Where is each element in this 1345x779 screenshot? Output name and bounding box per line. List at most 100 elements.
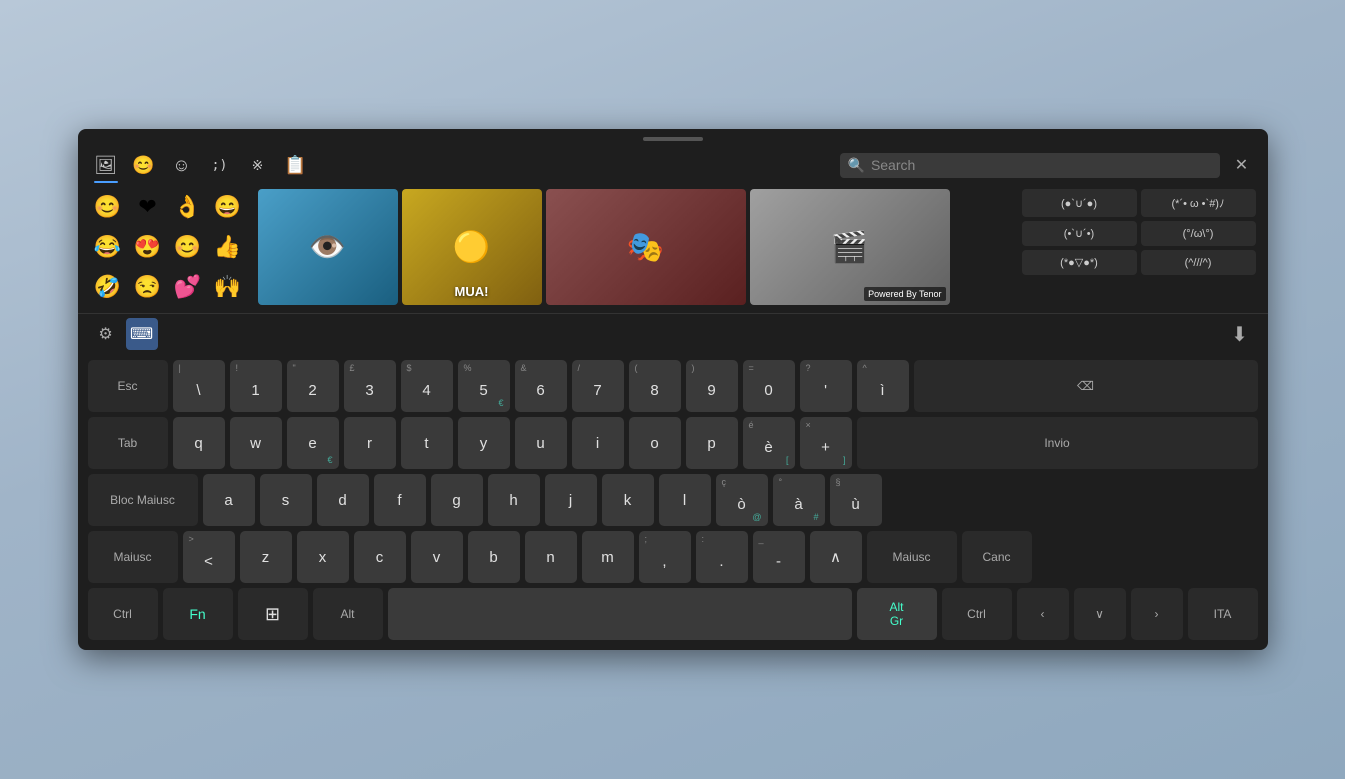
emoticon-tab-icon[interactable]: ;) <box>204 149 236 181</box>
kaomoji-button[interactable]: (*´• ω •`#)ﾉ <box>1141 189 1256 217</box>
key-q[interactable]: q <box>173 417 225 469</box>
close-button[interactable]: ✕ <box>1228 151 1256 179</box>
key-p[interactable]: p <box>686 417 738 469</box>
drag-handle[interactable] <box>643 137 703 141</box>
altgr-key[interactable]: AltGr <box>857 588 937 640</box>
key-8[interactable]: ( 8 <box>629 360 681 412</box>
key-period[interactable]: : . <box>696 531 748 583</box>
caps-lock-key[interactable]: Bloc Maiusc <box>88 474 198 526</box>
left-alt-key[interactable]: Alt <box>313 588 383 640</box>
key-n[interactable]: n <box>525 531 577 583</box>
key-d[interactable]: d <box>317 474 369 526</box>
key-5[interactable]: % 5 € <box>458 360 510 412</box>
key-z[interactable]: z <box>240 531 292 583</box>
backspace-key[interactable]: ⌫ <box>914 360 1258 412</box>
enter-key[interactable]: Invio <box>857 417 1258 469</box>
key-u[interactable]: u <box>515 417 567 469</box>
key-egrave[interactable]: é è [ <box>743 417 795 469</box>
key-minus[interactable]: _ - <box>753 531 805 583</box>
kaomoji-button[interactable]: (^///^) <box>1141 250 1256 275</box>
right-shift-key[interactable]: Maiusc <box>867 531 957 583</box>
key-1[interactable]: ! 1 <box>230 360 282 412</box>
kaomoji-button[interactable]: (•`∪´•) <box>1022 221 1137 246</box>
key-7[interactable]: / 7 <box>572 360 624 412</box>
key-c[interactable]: c <box>354 531 406 583</box>
key-w[interactable]: w <box>230 417 282 469</box>
key-r[interactable]: r <box>344 417 396 469</box>
emoji-item[interactable]: ❤ <box>130 189 166 225</box>
key-comma[interactable]: ; , <box>639 531 691 583</box>
tab-key[interactable]: Tab <box>88 417 168 469</box>
key-s[interactable]: s <box>260 474 312 526</box>
left-shift-key[interactable]: Maiusc <box>88 531 178 583</box>
kaomoji-button[interactable]: (*●▽●*) <box>1022 250 1137 275</box>
windows-key[interactable]: ⊞ <box>238 588 308 640</box>
key-2[interactable]: " 2 <box>287 360 339 412</box>
gif-item[interactable]: 🎭 <box>546 189 746 305</box>
emoji-item[interactable]: 😒 <box>130 269 166 305</box>
key-g[interactable]: g <box>431 474 483 526</box>
key-m[interactable]: m <box>582 531 634 583</box>
key-k[interactable]: k <box>602 474 654 526</box>
left-ctrl-key[interactable]: Ctrl <box>88 588 158 640</box>
key-ograve[interactable]: ç ò @ <box>716 474 768 526</box>
key-plus[interactable]: × + ] <box>800 417 852 469</box>
key-e[interactable]: e € <box>287 417 339 469</box>
key-x[interactable]: x <box>297 531 349 583</box>
gif-item[interactable]: 👁️ <box>258 189 398 305</box>
emoji-item[interactable]: 🤣 <box>90 269 126 305</box>
emoji-item[interactable]: 😄 <box>210 189 246 225</box>
clipboard-tab-icon[interactable]: 📋 <box>280 149 312 181</box>
key-t[interactable]: t <box>401 417 453 469</box>
emoji-tab-icon[interactable]: 🖼 <box>90 149 122 181</box>
spacebar-key[interactable] <box>388 588 852 640</box>
key-ugrave[interactable]: § ù <box>830 474 882 526</box>
key-caret[interactable]: ∧ <box>810 531 862 583</box>
key-4[interactable]: $ 4 <box>401 360 453 412</box>
key-a[interactable]: a <box>203 474 255 526</box>
key-l[interactable]: l <box>659 474 711 526</box>
emoji-item[interactable]: 👌 <box>170 189 206 225</box>
delete-key[interactable]: Canc <box>962 531 1032 583</box>
emoji-item[interactable]: 😊 <box>90 189 126 225</box>
key-b[interactable]: b <box>468 531 520 583</box>
key-6[interactable]: & 6 <box>515 360 567 412</box>
emoji-item[interactable]: 🙌 <box>210 269 246 305</box>
smiley-tab-icon[interactable]: 😊 <box>128 149 160 181</box>
key-j[interactable]: j <box>545 474 597 526</box>
key-lessthan[interactable]: > < <box>183 531 235 583</box>
key-0[interactable]: = 0 <box>743 360 795 412</box>
keyboard-settings-button[interactable]: ⚙ <box>90 318 122 350</box>
key-f[interactable]: f <box>374 474 426 526</box>
key-9[interactable]: ) 9 <box>686 360 738 412</box>
key-h[interactable]: h <box>488 474 540 526</box>
symbol-tab-icon[interactable]: ※ <box>242 149 274 181</box>
key-apostrophe[interactable]: ? ' <box>800 360 852 412</box>
key-v[interactable]: v <box>411 531 463 583</box>
down-arrow-key[interactable]: ∨ <box>1074 588 1126 640</box>
kaomoji-button[interactable]: (●`∪´●) <box>1022 189 1137 217</box>
key-y[interactable]: y <box>458 417 510 469</box>
keyboard-download-button[interactable]: ⬇ <box>1224 318 1256 350</box>
key-igrave[interactable]: ^ ì <box>857 360 909 412</box>
key-o[interactable]: o <box>629 417 681 469</box>
kaomoji-button[interactable]: (°/ω\°) <box>1141 221 1256 246</box>
language-key[interactable]: ITA <box>1188 588 1258 640</box>
emoji-item[interactable]: 👍 <box>210 229 246 265</box>
search-input[interactable] <box>871 157 1212 173</box>
kaomoji-tab-icon[interactable]: ☺ <box>166 149 198 181</box>
key-3[interactable]: £ 3 <box>344 360 396 412</box>
right-ctrl-key[interactable]: Ctrl <box>942 588 1012 640</box>
emoji-item[interactable]: 😍 <box>130 229 166 265</box>
key-agrave[interactable]: ° à # <box>773 474 825 526</box>
right-arrow-key[interactable]: › <box>1131 588 1183 640</box>
left-arrow-key[interactable]: ‹ <box>1017 588 1069 640</box>
key-i[interactable]: i <box>572 417 624 469</box>
emoji-item[interactable]: 💕 <box>170 269 206 305</box>
fn-key[interactable]: Fn <box>163 588 233 640</box>
gif-item[interactable]: 🎬 Powered By Tenor <box>750 189 950 305</box>
emoji-item[interactable]: 😂 <box>90 229 126 265</box>
backslash-key[interactable]: | \ <box>173 360 225 412</box>
emoji-item[interactable]: 😊 <box>170 229 206 265</box>
gif-item[interactable]: 🟡 MUA! <box>402 189 542 305</box>
